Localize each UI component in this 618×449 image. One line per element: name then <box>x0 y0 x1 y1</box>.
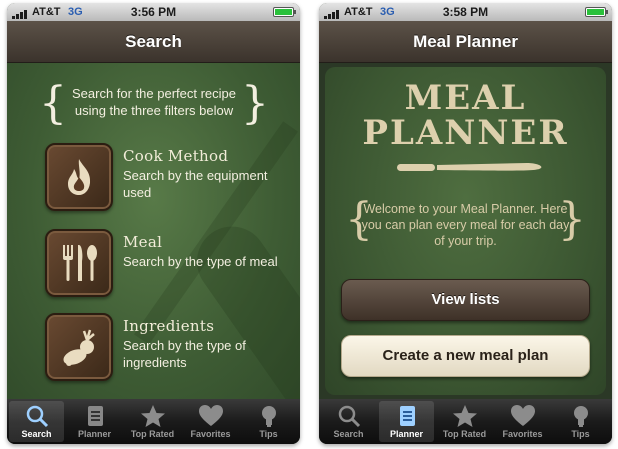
flame-icon[interactable] <box>45 143 113 211</box>
tab-label: Search <box>21 429 52 439</box>
vegetables-icon[interactable] <box>45 313 113 381</box>
intro-box: { Search for the perfect recipe using th… <box>39 73 269 129</box>
tab-label: Top Rated <box>130 429 175 439</box>
tab-label: Top Rated <box>442 429 487 439</box>
filter-title: Ingredients <box>123 317 215 335</box>
status-bar: AT&T 3G 3:58 PM <box>319 3 612 21</box>
magnifier-icon <box>26 405 48 428</box>
tab-planner[interactable]: Planner <box>67 401 122 442</box>
filter-description: Search by the type of meal <box>123 254 278 269</box>
left-brace-decoration: { <box>39 78 67 129</box>
nav-title: Meal Planner <box>319 21 612 63</box>
tab-label: Planner <box>389 429 423 439</box>
intro-text: Search for the perfect recipe using the … <box>71 86 237 118</box>
tab-label: Tips <box>259 429 278 439</box>
notebook-icon <box>87 406 103 426</box>
tab-search[interactable]: Search <box>321 401 376 442</box>
right-brace-decoration: } <box>558 194 586 245</box>
battery-icon <box>273 7 296 17</box>
welcome-box: { Welcome to your Meal Planner. Here you… <box>345 187 586 255</box>
filter-title: Cook Method <box>123 147 229 165</box>
logo-line-2: PLANNER <box>362 113 569 153</box>
view-lists-button[interactable]: View lists <box>341 279 590 321</box>
tab-label: Planner <box>77 429 111 439</box>
search-content: { Search for the perfect recipe using th… <box>7 63 300 399</box>
status-bar: AT&T 3G 3:56 PM <box>7 3 300 21</box>
heart-icon <box>198 405 223 426</box>
clock: 3:56 PM <box>130 5 177 19</box>
filter-meal[interactable]: Meal Search by the type of meal <box>45 229 285 297</box>
tab-tips[interactable]: Tips <box>241 401 296 442</box>
tab-label: Favorites <box>502 429 543 439</box>
tab-label: Search <box>333 429 364 439</box>
tab-top-rated[interactable]: Top Rated <box>125 401 180 442</box>
tab-bar: Search Planner Top Rated Favorites Tips <box>7 399 300 444</box>
filter-title: Meal <box>123 233 163 251</box>
tab-label: Tips <box>571 429 590 439</box>
left-brace-decoration: { <box>345 194 373 245</box>
tab-top-rated[interactable]: Top Rated <box>437 401 492 442</box>
filter-description: Search by the equipment used <box>123 168 268 200</box>
tab-label: Favorites <box>190 429 231 439</box>
search-screen: AT&T 3G 3:56 PM Search { Search for the … <box>7 3 300 444</box>
create-meal-plan-button[interactable]: Create a new meal plan <box>341 335 590 377</box>
welcome-text: Welcome to your Meal Planner. Here you c… <box>361 202 570 248</box>
right-brace-decoration: } <box>241 78 269 129</box>
battery-icon <box>585 7 608 17</box>
meal-planner-screen: AT&T 3G 3:58 PM Meal Planner MEAL PLANNE… <box>319 3 612 444</box>
tab-bar: Search Planner Top Rated Favorites Tips <box>319 399 612 444</box>
notebook-icon <box>399 406 415 426</box>
planner-card: MEAL PLANNER { Welcome to your Meal Plan… <box>325 67 606 395</box>
star-icon <box>452 405 477 427</box>
planner-content: MEAL PLANNER { Welcome to your Meal Plan… <box>319 63 612 399</box>
clock: 3:58 PM <box>442 5 489 19</box>
nav-title: Search <box>7 21 300 63</box>
tab-search[interactable]: Search <box>9 401 64 442</box>
heart-icon <box>510 405 535 426</box>
lightbulb-icon <box>261 406 276 427</box>
tab-tips[interactable]: Tips <box>553 401 608 442</box>
star-icon <box>140 405 165 427</box>
tab-favorites[interactable]: Favorites <box>183 401 238 442</box>
logo-line-1: MEAL <box>404 78 527 118</box>
filter-description: Search by the type of ingredients <box>123 338 246 370</box>
tab-planner[interactable]: Planner <box>379 401 434 442</box>
magnifier-icon <box>338 405 360 428</box>
knife-icon <box>397 163 542 171</box>
filter-cook-method[interactable]: Cook Method Search by the equipment used <box>45 143 285 211</box>
lightbulb-icon <box>573 406 588 427</box>
filter-ingredients[interactable]: Ingredients Search by the type of ingred… <box>45 313 285 381</box>
meal-planner-logo: MEAL PLANNER <box>325 81 606 151</box>
utensils-icon[interactable] <box>45 229 113 297</box>
tab-favorites[interactable]: Favorites <box>495 401 550 442</box>
